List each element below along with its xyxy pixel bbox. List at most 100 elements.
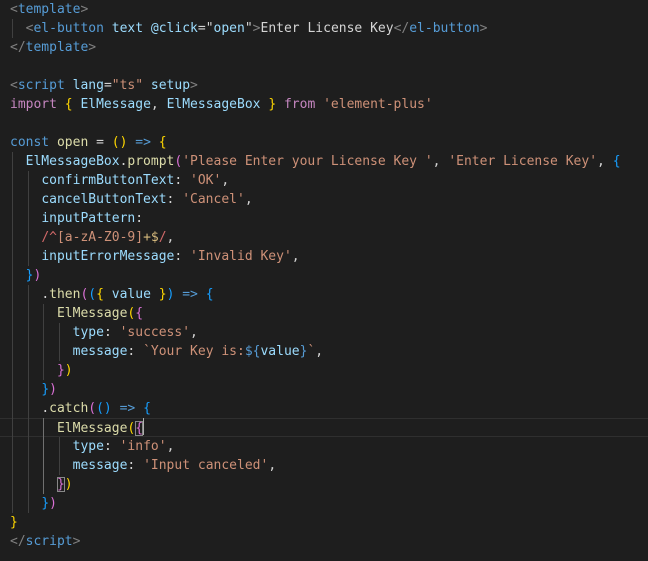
code-token: ElMessage — [80, 97, 151, 112]
code-line[interactable]: /^[a-zA-Z0-9]+$/, — [0, 228, 648, 247]
code-line[interactable]: <template> — [0, 0, 648, 19]
code-token: cancelButtonText — [41, 192, 167, 207]
code-line[interactable]: ElMessageBox.prompt('Please Enter your L… — [0, 152, 648, 171]
code-token: () — [111, 135, 128, 150]
code-token: 'element-plus' — [323, 97, 433, 112]
code-line[interactable]: .then(({ value }) => { — [0, 285, 648, 304]
code-text: type: 'info', — [10, 439, 175, 454]
code-line[interactable]: } — [0, 513, 648, 532]
code-token: . — [41, 401, 50, 416]
code-text: </template> — [10, 40, 96, 55]
code-token: import — [10, 97, 57, 112]
code-token: > — [80, 2, 89, 17]
code-token: " — [244, 21, 253, 36]
code-line[interactable]: }) — [0, 266, 648, 285]
code-token: inputErrorMessage — [41, 249, 175, 264]
code-line[interactable]: inputPattern: — [0, 209, 648, 228]
code-line[interactable]: confirmButtonText: 'OK', — [0, 171, 648, 190]
code-token: confirmButtonText — [41, 173, 175, 188]
code-line[interactable]: const open = () => { — [0, 133, 648, 152]
code-line[interactable]: ElMessage({ — [0, 304, 648, 323]
code-token: > — [479, 21, 488, 36]
code-token: template — [17, 2, 81, 17]
code-token: el-button — [33, 21, 104, 36]
code-line[interactable]: import { ElMessage, ElMessageBox } from … — [0, 95, 648, 114]
code-line[interactable]: inputErrorMessage: 'Invalid Key', — [0, 247, 648, 266]
code-line[interactable]: ElMessage({ — [0, 418, 648, 437]
code-text: }) — [10, 477, 73, 492]
code-token: , — [432, 154, 449, 169]
code-token: , — [166, 230, 175, 245]
code-line[interactable]: }) — [0, 475, 648, 494]
code-line[interactable]: message: `Your Key is:${value}`, — [0, 342, 648, 361]
code-token: inputPattern — [41, 211, 136, 226]
code-token: } — [10, 515, 18, 530]
code-token: from — [283, 97, 316, 112]
code-text: }) — [10, 268, 42, 283]
code-token: prompt — [127, 154, 175, 169]
code-token: , — [244, 192, 253, 207]
code-token: } — [41, 496, 50, 511]
code-text: <template> — [10, 2, 88, 17]
code-line[interactable]: <script lang="ts" setup> — [0, 76, 648, 95]
code-token: catch — [49, 401, 89, 416]
code-text: }) — [10, 496, 57, 511]
code-token: value — [260, 344, 300, 359]
code-token: ) — [33, 268, 42, 283]
code-token: ) — [49, 382, 57, 397]
code-line[interactable]: }) — [0, 380, 648, 399]
code-token: </ — [10, 534, 26, 549]
code-token: const — [10, 135, 50, 150]
code-token: = — [197, 21, 206, 36]
code-token: => — [119, 401, 136, 416]
code-text: /^[a-zA-Z0-9]+$/, — [10, 230, 174, 245]
code-token: 'Input canceled' — [143, 458, 269, 473]
code-line[interactable]: }) — [0, 361, 648, 380]
code-line[interactable]: type: 'success', — [0, 323, 648, 342]
code-line[interactable]: }) — [0, 494, 648, 513]
code-token: () — [96, 401, 112, 416]
code-token: } — [158, 287, 167, 302]
code-editor[interactable]: <template> <el-button text @click="open"… — [0, 0, 648, 561]
code-text: ElMessageBox.prompt('Please Enter your L… — [10, 154, 621, 169]
code-token: > — [88, 40, 97, 55]
code-token: 'OK' — [190, 173, 222, 188]
code-text: inputErrorMessage: 'Invalid Key', — [10, 249, 300, 264]
code-token: { — [135, 421, 144, 436]
code-token: open — [213, 21, 245, 36]
code-token: [a-zA-Z0-9] — [56, 230, 144, 245]
code-token: open — [56, 135, 89, 150]
code-line[interactable]: </script> — [0, 532, 648, 551]
code-token: ElMessageBox — [25, 154, 120, 169]
code-token: , — [190, 325, 198, 340]
code-token: type — [72, 325, 104, 340]
code-line[interactable] — [0, 57, 648, 76]
code-line[interactable]: <el-button text @click="open">Enter Lice… — [0, 19, 648, 38]
code-token: 'Please Enter your License Key ' — [182, 154, 433, 169]
code-line[interactable]: cancelButtonText: 'Cancel', — [0, 190, 648, 209]
code-token: = — [103, 78, 112, 93]
code-token: > — [252, 21, 261, 36]
code-line[interactable]: .catch(() => { — [0, 399, 648, 418]
code-token: , — [291, 249, 300, 264]
code-token: </ — [10, 40, 26, 55]
code-token: , — [166, 439, 175, 454]
code-token: > — [72, 534, 81, 549]
code-token: / — [158, 230, 167, 245]
code-text: ElMessage({ — [10, 418, 145, 436]
code-token: } — [56, 477, 65, 492]
code-token: : — [174, 249, 191, 264]
code-line[interactable]: </template> — [0, 38, 648, 57]
code-line[interactable]: type: 'info', — [0, 437, 648, 456]
code-text: .catch(() => { — [10, 401, 151, 416]
code-line[interactable] — [0, 114, 648, 133]
code-line[interactable]: message: 'Input canceled', — [0, 456, 648, 475]
code-text: }) — [10, 363, 73, 378]
